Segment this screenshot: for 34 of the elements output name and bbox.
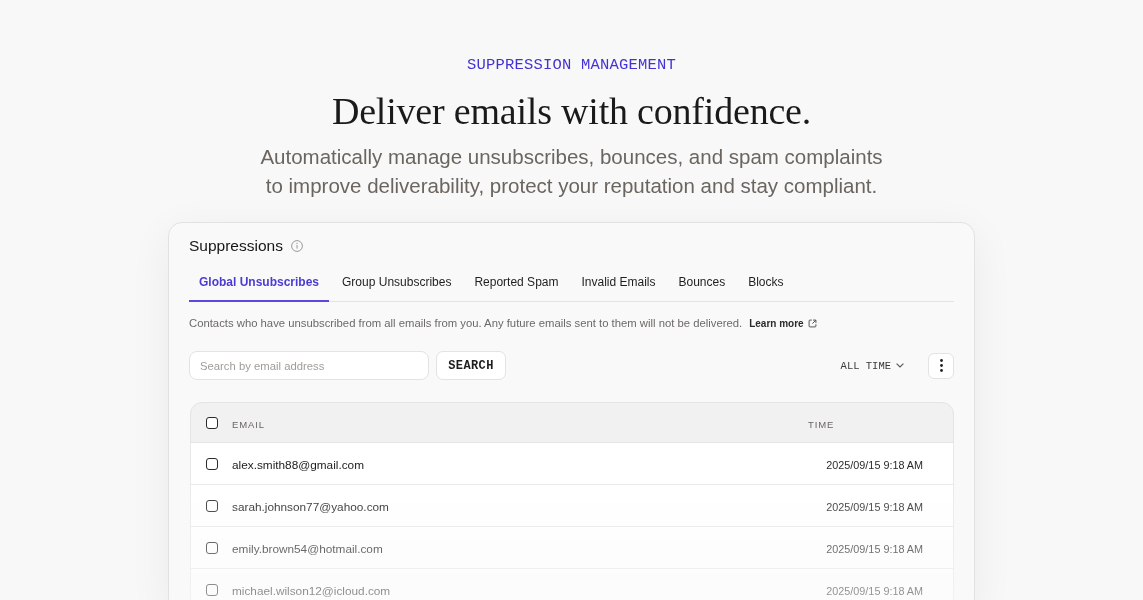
search-button[interactable]: SEARCH <box>436 351 506 380</box>
learn-more-link[interactable]: Learn more <box>749 317 817 329</box>
email-cell: emily.brown54@hotmail.com <box>232 541 383 556</box>
tab[interactable]: Reported Spam <box>464 266 569 302</box>
subtitle: Automatically manage unsubscribes, bounces, and spam complaints to improve deliverability, protect your reputation and stay compliant. <box>259 144 884 199</box>
vertical-dots-icon <box>939 359 943 372</box>
email-cell: alex.smith88@gmail.com <box>232 457 364 472</box>
email-cell: sarah.johnson77@yahoo.com <box>232 499 389 514</box>
email-cell: michael.wilson12@icloud.com <box>232 583 391 598</box>
headline: Deliver emails with confidence. <box>331 89 812 134</box>
section-eyebrow: SUPPRESSION MANAGEMENT <box>466 55 676 75</box>
time-cell: 2025/09/15 9:18 AM <box>826 458 923 471</box>
column-header: TIME <box>808 418 835 430</box>
tab[interactable]: Bounces <box>668 266 736 302</box>
tab[interactable]: Group Unsubscribes <box>332 266 462 302</box>
tab[interactable]: Blocks <box>738 266 794 302</box>
chevron-down-icon <box>896 363 904 368</box>
time-filter-dropdown[interactable]: ALL TIME <box>840 355 904 376</box>
time-cell: 2025/09/15 9:18 AM <box>826 542 923 555</box>
time-cell: 2025/09/15 9:18 AM <box>826 584 923 597</box>
row-checkbox[interactable] <box>205 541 218 554</box>
tab[interactable]: Invalid Emails <box>571 266 666 302</box>
search-field[interactable]: Search by email address <box>189 351 429 380</box>
external-link-icon <box>807 318 817 328</box>
time-cell: 2025/09/15 9:18 AM <box>826 500 923 513</box>
card-title: Suppressions <box>189 236 283 256</box>
row-checkbox[interactable] <box>205 499 218 512</box>
more-options-button[interactable] <box>928 352 954 379</box>
tab[interactable]: Global Unsubscribes <box>189 266 330 302</box>
column-header: EMAIL <box>232 418 265 430</box>
row-checkbox[interactable] <box>205 583 218 596</box>
select-all-checkbox[interactable] <box>205 416 218 429</box>
row-checkbox[interactable] <box>205 457 218 470</box>
description: Contacts who have unsubscribed from all emails from you. Any future emails sent to them will not be delivered. <box>189 317 743 329</box>
